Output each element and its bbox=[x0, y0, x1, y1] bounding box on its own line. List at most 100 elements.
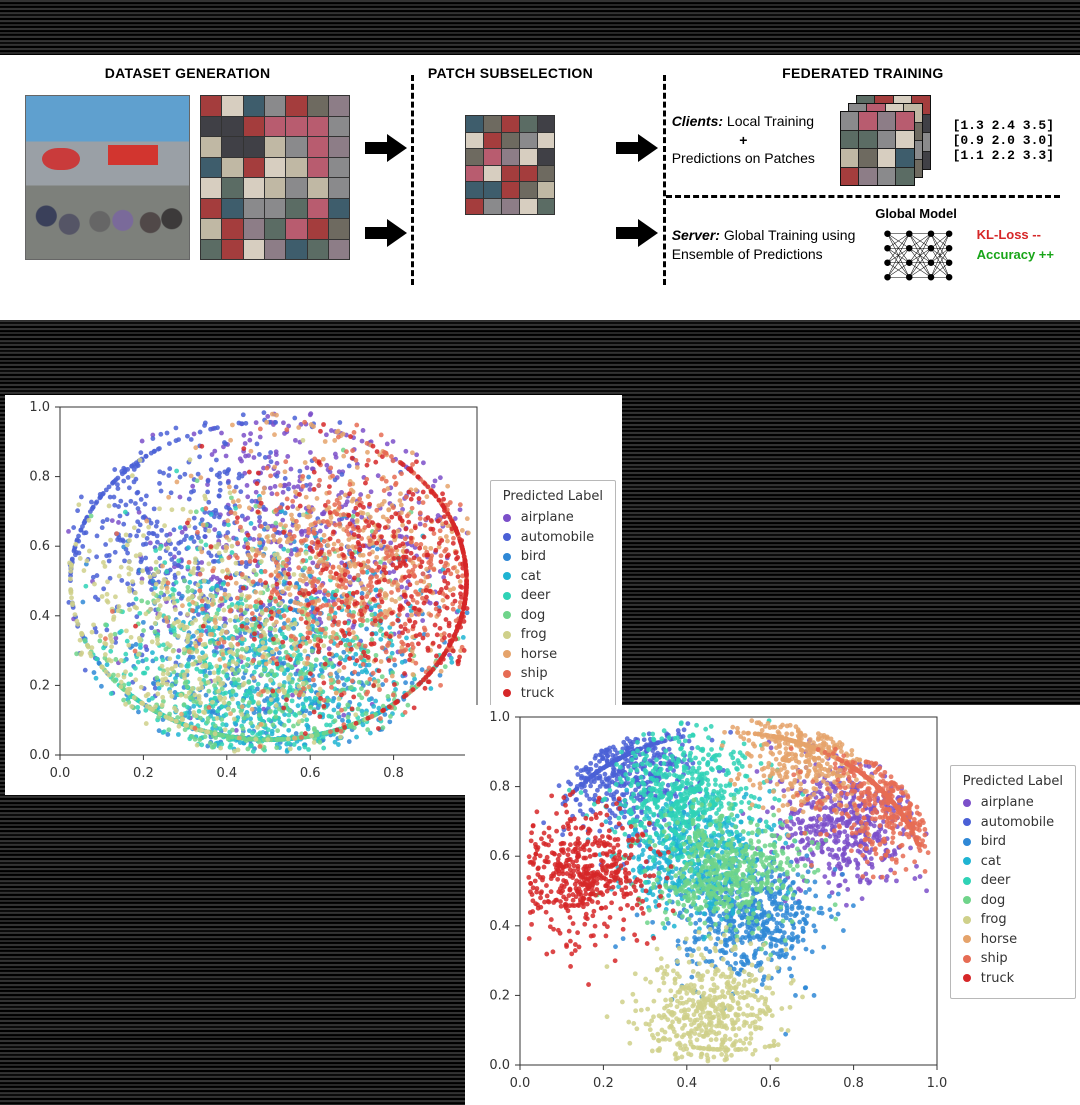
legend-label: airplane bbox=[521, 508, 574, 528]
legend-marker-icon bbox=[963, 916, 971, 924]
legend-item: horse bbox=[963, 930, 1063, 950]
stage-dataset-generation: DATASET GENERATION bbox=[20, 65, 355, 260]
legend-label: cat bbox=[521, 567, 541, 587]
legend-label: bird bbox=[981, 832, 1006, 852]
separator-2 bbox=[607, 65, 666, 295]
legend-marker-icon bbox=[963, 896, 971, 904]
legend-item: dog bbox=[963, 891, 1063, 911]
vector-2: [1.1 2.2 3.3] bbox=[953, 148, 1054, 163]
patch-stack bbox=[834, 95, 934, 185]
legend-item: ship bbox=[963, 949, 1063, 969]
patch-grid bbox=[200, 95, 350, 260]
server-text: Server: Global Training using Ensemble o… bbox=[672, 226, 856, 264]
kl-loss-label: KL-Loss -- bbox=[977, 225, 1054, 245]
legend-marker-icon bbox=[503, 689, 511, 697]
svg-text:0.2: 0.2 bbox=[133, 766, 154, 781]
legend-marker-icon bbox=[503, 631, 511, 639]
legend-label: bird bbox=[521, 547, 546, 567]
legend-marker-icon bbox=[503, 670, 511, 678]
legend-marker-icon bbox=[503, 572, 511, 580]
stage3-title: FEDERATED TRAINING bbox=[782, 65, 943, 81]
legend-label: dog bbox=[521, 606, 545, 626]
svg-text:0.6: 0.6 bbox=[29, 539, 50, 554]
legend-item: truck bbox=[503, 684, 603, 704]
server-rest: Global Training using bbox=[720, 227, 855, 243]
legend-item: horse bbox=[503, 645, 603, 665]
server-line2: Ensemble of Predictions bbox=[672, 246, 823, 262]
legend-item: automobile bbox=[503, 528, 603, 548]
server-label: Server: bbox=[672, 227, 720, 243]
global-model-block: Global Model bbox=[875, 206, 957, 283]
legend-marker-icon bbox=[963, 974, 971, 982]
stage2-title: PATCH SUBSELECTION bbox=[428, 65, 593, 81]
legend-marker-icon bbox=[963, 799, 971, 807]
scatter-plot-2: 0.00.20.40.60.81.00.00.20.40.60.81.0 Pre… bbox=[465, 705, 1080, 1105]
stage-patch-subselection: PATCH SUBSELECTION bbox=[414, 65, 606, 215]
legend-label: ship bbox=[521, 664, 548, 684]
legend-item: dog bbox=[503, 606, 603, 626]
legend-marker-icon bbox=[503, 611, 511, 619]
legend-marker-icon bbox=[503, 553, 511, 561]
legend-marker-icon bbox=[503, 533, 511, 541]
vector-1: [0.9 2.0 3.0] bbox=[953, 133, 1054, 148]
legend-label: deer bbox=[981, 871, 1011, 891]
legend-title: Predicted Label bbox=[963, 774, 1063, 789]
legend-marker-icon bbox=[963, 838, 971, 846]
legend-marker-icon bbox=[503, 514, 511, 522]
legend-item: deer bbox=[503, 586, 603, 606]
svg-text:1.0: 1.0 bbox=[29, 400, 50, 415]
vector-0: [1.3 2.4 3.5] bbox=[953, 118, 1054, 133]
legend-label: horse bbox=[981, 930, 1017, 950]
legend-marker-icon bbox=[963, 877, 971, 885]
legend-label: frog bbox=[521, 625, 547, 645]
prediction-vectors: [1.3 2.4 3.5] [0.9 2.0 3.0] [1.1 2.2 3.3… bbox=[953, 118, 1054, 163]
svg-text:0.4: 0.4 bbox=[29, 609, 50, 624]
clients-line2: Predictions on Patches bbox=[672, 150, 815, 166]
server-row: Server: Global Training using Ensemble o… bbox=[666, 206, 1060, 283]
source-photo bbox=[25, 95, 190, 260]
legend-item: ship bbox=[503, 664, 603, 684]
legend-item: truck bbox=[963, 969, 1063, 989]
legend-marker-icon bbox=[963, 955, 971, 963]
dash-separator bbox=[666, 195, 1060, 198]
legend-2: Predicted Label airplaneautomobilebirdcat… bbox=[950, 765, 1076, 999]
svg-text:0.6: 0.6 bbox=[300, 766, 321, 781]
pipeline-diagram: DATASET GENERATION PATCH SUBSELECTION FE… bbox=[0, 55, 1080, 320]
legend-1: Predicted Label airplaneautomobilebirdcat… bbox=[490, 480, 616, 714]
clients-label: Clients: bbox=[672, 113, 723, 129]
clients-text: Clients: Local Training + Predictions on… bbox=[672, 112, 815, 169]
legend-item: automobile bbox=[963, 813, 1063, 833]
accuracy-label: Accuracy ++ bbox=[977, 245, 1054, 265]
svg-text:0.0: 0.0 bbox=[29, 748, 50, 763]
legend-label: truck bbox=[981, 969, 1014, 989]
svg-text:0.4: 0.4 bbox=[216, 766, 237, 781]
legend-label: dog bbox=[981, 891, 1005, 911]
svg-text:0.0: 0.0 bbox=[50, 766, 71, 781]
patch-subgrid bbox=[465, 115, 555, 215]
legend-label: automobile bbox=[521, 528, 594, 548]
legend-label: deer bbox=[521, 586, 551, 606]
legend-label: horse bbox=[521, 645, 557, 665]
legend-item: deer bbox=[963, 871, 1063, 891]
global-model-label: Global Model bbox=[875, 206, 957, 221]
legend-item: frog bbox=[503, 625, 603, 645]
legend-item: bird bbox=[503, 547, 603, 567]
separator-1 bbox=[355, 65, 414, 295]
legend-item: cat bbox=[963, 852, 1063, 872]
svg-text:0.8: 0.8 bbox=[383, 766, 404, 781]
legend-label: automobile bbox=[981, 813, 1054, 833]
clients-row: Clients: Local Training + Predictions on… bbox=[666, 95, 1060, 185]
plus-symbol: + bbox=[672, 131, 815, 150]
legend-label: frog bbox=[981, 910, 1007, 930]
legend-marker-icon bbox=[963, 935, 971, 943]
legend-marker-icon bbox=[963, 818, 971, 826]
legend-item: bird bbox=[963, 832, 1063, 852]
legend-marker-icon bbox=[503, 650, 511, 658]
legend-marker-icon bbox=[503, 592, 511, 600]
nn-icon bbox=[879, 225, 954, 283]
legend-title: Predicted Label bbox=[503, 489, 603, 504]
metrics: KL-Loss -- Accuracy ++ bbox=[977, 225, 1054, 264]
legend-label: ship bbox=[981, 949, 1008, 969]
legend-item: airplane bbox=[963, 793, 1063, 813]
legend-label: truck bbox=[521, 684, 554, 704]
